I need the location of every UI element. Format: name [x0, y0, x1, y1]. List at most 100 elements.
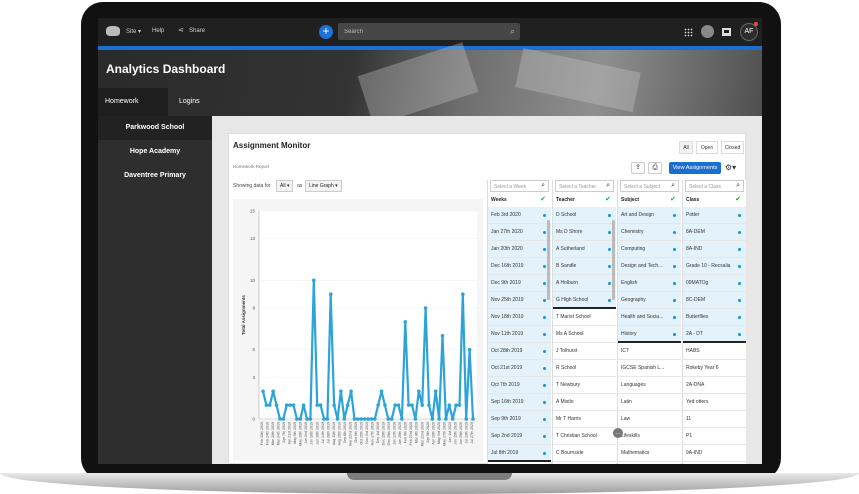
- list-item[interactable]: G High School: [553, 292, 616, 309]
- apps-grid-icon[interactable]: [684, 28, 693, 37]
- list-item[interactable]: Mr T Harris: [553, 411, 616, 428]
- column-search-input[interactable]: [494, 183, 540, 190]
- search-input[interactable]: [344, 26, 494, 37]
- list-item[interactable]: D School: [553, 207, 616, 224]
- list-item[interactable]: 2A - DT: [683, 326, 746, 343]
- share-icon[interactable]: ⋖: [178, 26, 184, 34]
- list-item[interactable]: 8A-DEM: [683, 224, 746, 241]
- select-all-check-icon[interactable]: ✔: [735, 194, 741, 206]
- list-item[interactable]: Dec 9th 2019: [488, 275, 551, 292]
- list-item[interactable]: Nov 25th 2019: [488, 292, 551, 309]
- sidebar-item-parkwood[interactable]: Parkwood School: [98, 116, 212, 140]
- list-item[interactable]: Ms D Shore: [553, 224, 616, 241]
- list-item[interactable]: T Marist School: [553, 309, 616, 326]
- list-item[interactable]: Butterflies: [683, 309, 746, 326]
- sidebar-item-daventree[interactable]: Daventree Primary: [98, 164, 212, 188]
- list-item[interactable]: A Holburn: [553, 275, 616, 292]
- list-item[interactable]: Potter: [683, 207, 746, 224]
- site-menu[interactable]: Site ▾: [126, 28, 141, 35]
- profile-circle-icon[interactable]: [701, 25, 714, 38]
- data-scope-select[interactable]: All ▾: [276, 180, 294, 192]
- graph-type-select[interactable]: Line Graph ▾: [305, 180, 342, 192]
- list-item[interactable]: Design and Tech...: [618, 258, 681, 275]
- print-icon[interactable]: ⎙: [648, 162, 662, 174]
- settings-gear-icon[interactable]: ⚙▾: [725, 162, 742, 174]
- view-assignments-button[interactable]: View Assignments: [669, 162, 721, 174]
- list-item[interactable]: T Christian School: [553, 428, 616, 445]
- add-button[interactable]: +: [319, 25, 333, 39]
- list-item[interactable]: Feb 3rd 2020: [488, 207, 551, 224]
- scrollbar-thumb[interactable]: [547, 220, 550, 300]
- filter-closed[interactable]: Closed: [721, 141, 744, 154]
- list-item[interactable]: Chemistry: [618, 224, 681, 241]
- list-item[interactable]: Nov 18th 2019: [488, 309, 551, 326]
- list-item[interactable]: B Sandle: [553, 258, 616, 275]
- chat-bubble-icon[interactable]: …: [613, 428, 623, 438]
- tab-logins[interactable]: Logins: [172, 88, 208, 116]
- search-icon[interactable]: ⌕: [510, 26, 515, 37]
- list-item[interactable]: Yed otters: [683, 394, 746, 411]
- list-item[interactable]: Geography: [618, 292, 681, 309]
- list-item[interactable]: C Bournside: [553, 445, 616, 462]
- list-item[interactable]: Rokeby Year 6: [683, 360, 746, 377]
- list-item[interactable]: History: [618, 326, 681, 343]
- column-search-input[interactable]: [624, 183, 670, 190]
- list-item[interactable]: IGCSE Spanish L...: [618, 360, 681, 377]
- list-item[interactable]: Jul 8th 2019: [488, 445, 551, 462]
- list-item[interactable]: A Sutherland: [553, 241, 616, 258]
- display-icon[interactable]: [722, 28, 731, 36]
- list-item[interactable]: HABS: [683, 343, 746, 360]
- list-item[interactable]: Health and Socia...: [618, 309, 681, 326]
- sidebar-item-hope-academy[interactable]: Hope Academy: [98, 140, 212, 164]
- select-all-check-icon[interactable]: ✔: [605, 194, 611, 206]
- tab-homework-setting[interactable]: Homework Setting: [98, 88, 168, 133]
- list-item[interactable]: Oct 28th 2019: [488, 343, 551, 360]
- search-icon[interactable]: ⌕: [541, 182, 545, 190]
- list-item[interactable]: 8A-IND: [683, 241, 746, 258]
- list-item[interactable]: Sep 2nd 2019: [488, 428, 551, 445]
- list-item[interactable]: Sep 9th 2019: [488, 411, 551, 428]
- search-icon[interactable]: ⌕: [736, 182, 740, 190]
- search-icon[interactable]: ⌕: [671, 182, 675, 190]
- list-item[interactable]: Grade 10 - Recsalia: [683, 258, 746, 275]
- list-item[interactable]: Jan 20th 2020: [488, 241, 551, 258]
- list-item[interactable]: 09MATOg: [683, 275, 746, 292]
- logo-icon[interactable]: [106, 26, 120, 36]
- list-item[interactable]: P1: [683, 428, 746, 445]
- list-item[interactable]: Mathematics: [618, 445, 681, 462]
- list-item[interactable]: Art and Design: [618, 207, 681, 224]
- select-all-check-icon[interactable]: ✔: [670, 194, 676, 206]
- list-item[interactable]: R School: [553, 360, 616, 377]
- list-item[interactable]: Lifeskills: [618, 428, 681, 445]
- list-item[interactable]: Law: [618, 411, 681, 428]
- list-item[interactable]: Latin: [618, 394, 681, 411]
- list-item[interactable]: Jan 27th 2020: [488, 224, 551, 241]
- select-all-check-icon[interactable]: ✔: [540, 194, 546, 206]
- list-item[interactable]: Ms A School: [553, 326, 616, 343]
- filter-all[interactable]: All: [679, 141, 693, 154]
- list-item[interactable]: Oct 7th 2019: [488, 377, 551, 394]
- column-search-input[interactable]: [689, 183, 735, 190]
- list-item[interactable]: J Tolhurst: [553, 343, 616, 360]
- list-item[interactable]: English: [618, 275, 681, 292]
- list-item[interactable]: Computing: [618, 241, 681, 258]
- scrollbar-thumb[interactable]: [612, 220, 615, 300]
- list-item[interactable]: 8C-DEM: [683, 292, 746, 309]
- column-search-input[interactable]: [559, 183, 605, 190]
- help-link[interactable]: Help: [152, 28, 164, 34]
- list-item[interactable]: Sep 16th 2019: [488, 394, 551, 411]
- list-item[interactable]: Dec 16th 2019: [488, 258, 551, 275]
- list-item[interactable]: 2A-DNA: [683, 377, 746, 394]
- list-item[interactable]: Languages: [618, 377, 681, 394]
- export-icon[interactable]: ⇪: [631, 162, 645, 174]
- search-icon[interactable]: ⌕: [606, 182, 610, 190]
- list-item[interactable]: ICT: [618, 343, 681, 360]
- list-item[interactable]: T Newbury: [553, 377, 616, 394]
- list-item[interactable]: A Mistlo: [553, 394, 616, 411]
- list-item[interactable]: Oct 21st 2019: [488, 360, 551, 377]
- list-item[interactable]: 9A-IND: [683, 445, 746, 462]
- list-item[interactable]: 11: [683, 411, 746, 428]
- share-link[interactable]: Share: [189, 28, 205, 34]
- list-item[interactable]: Nov 11th 2019: [488, 326, 551, 343]
- filter-open[interactable]: Open: [696, 141, 718, 154]
